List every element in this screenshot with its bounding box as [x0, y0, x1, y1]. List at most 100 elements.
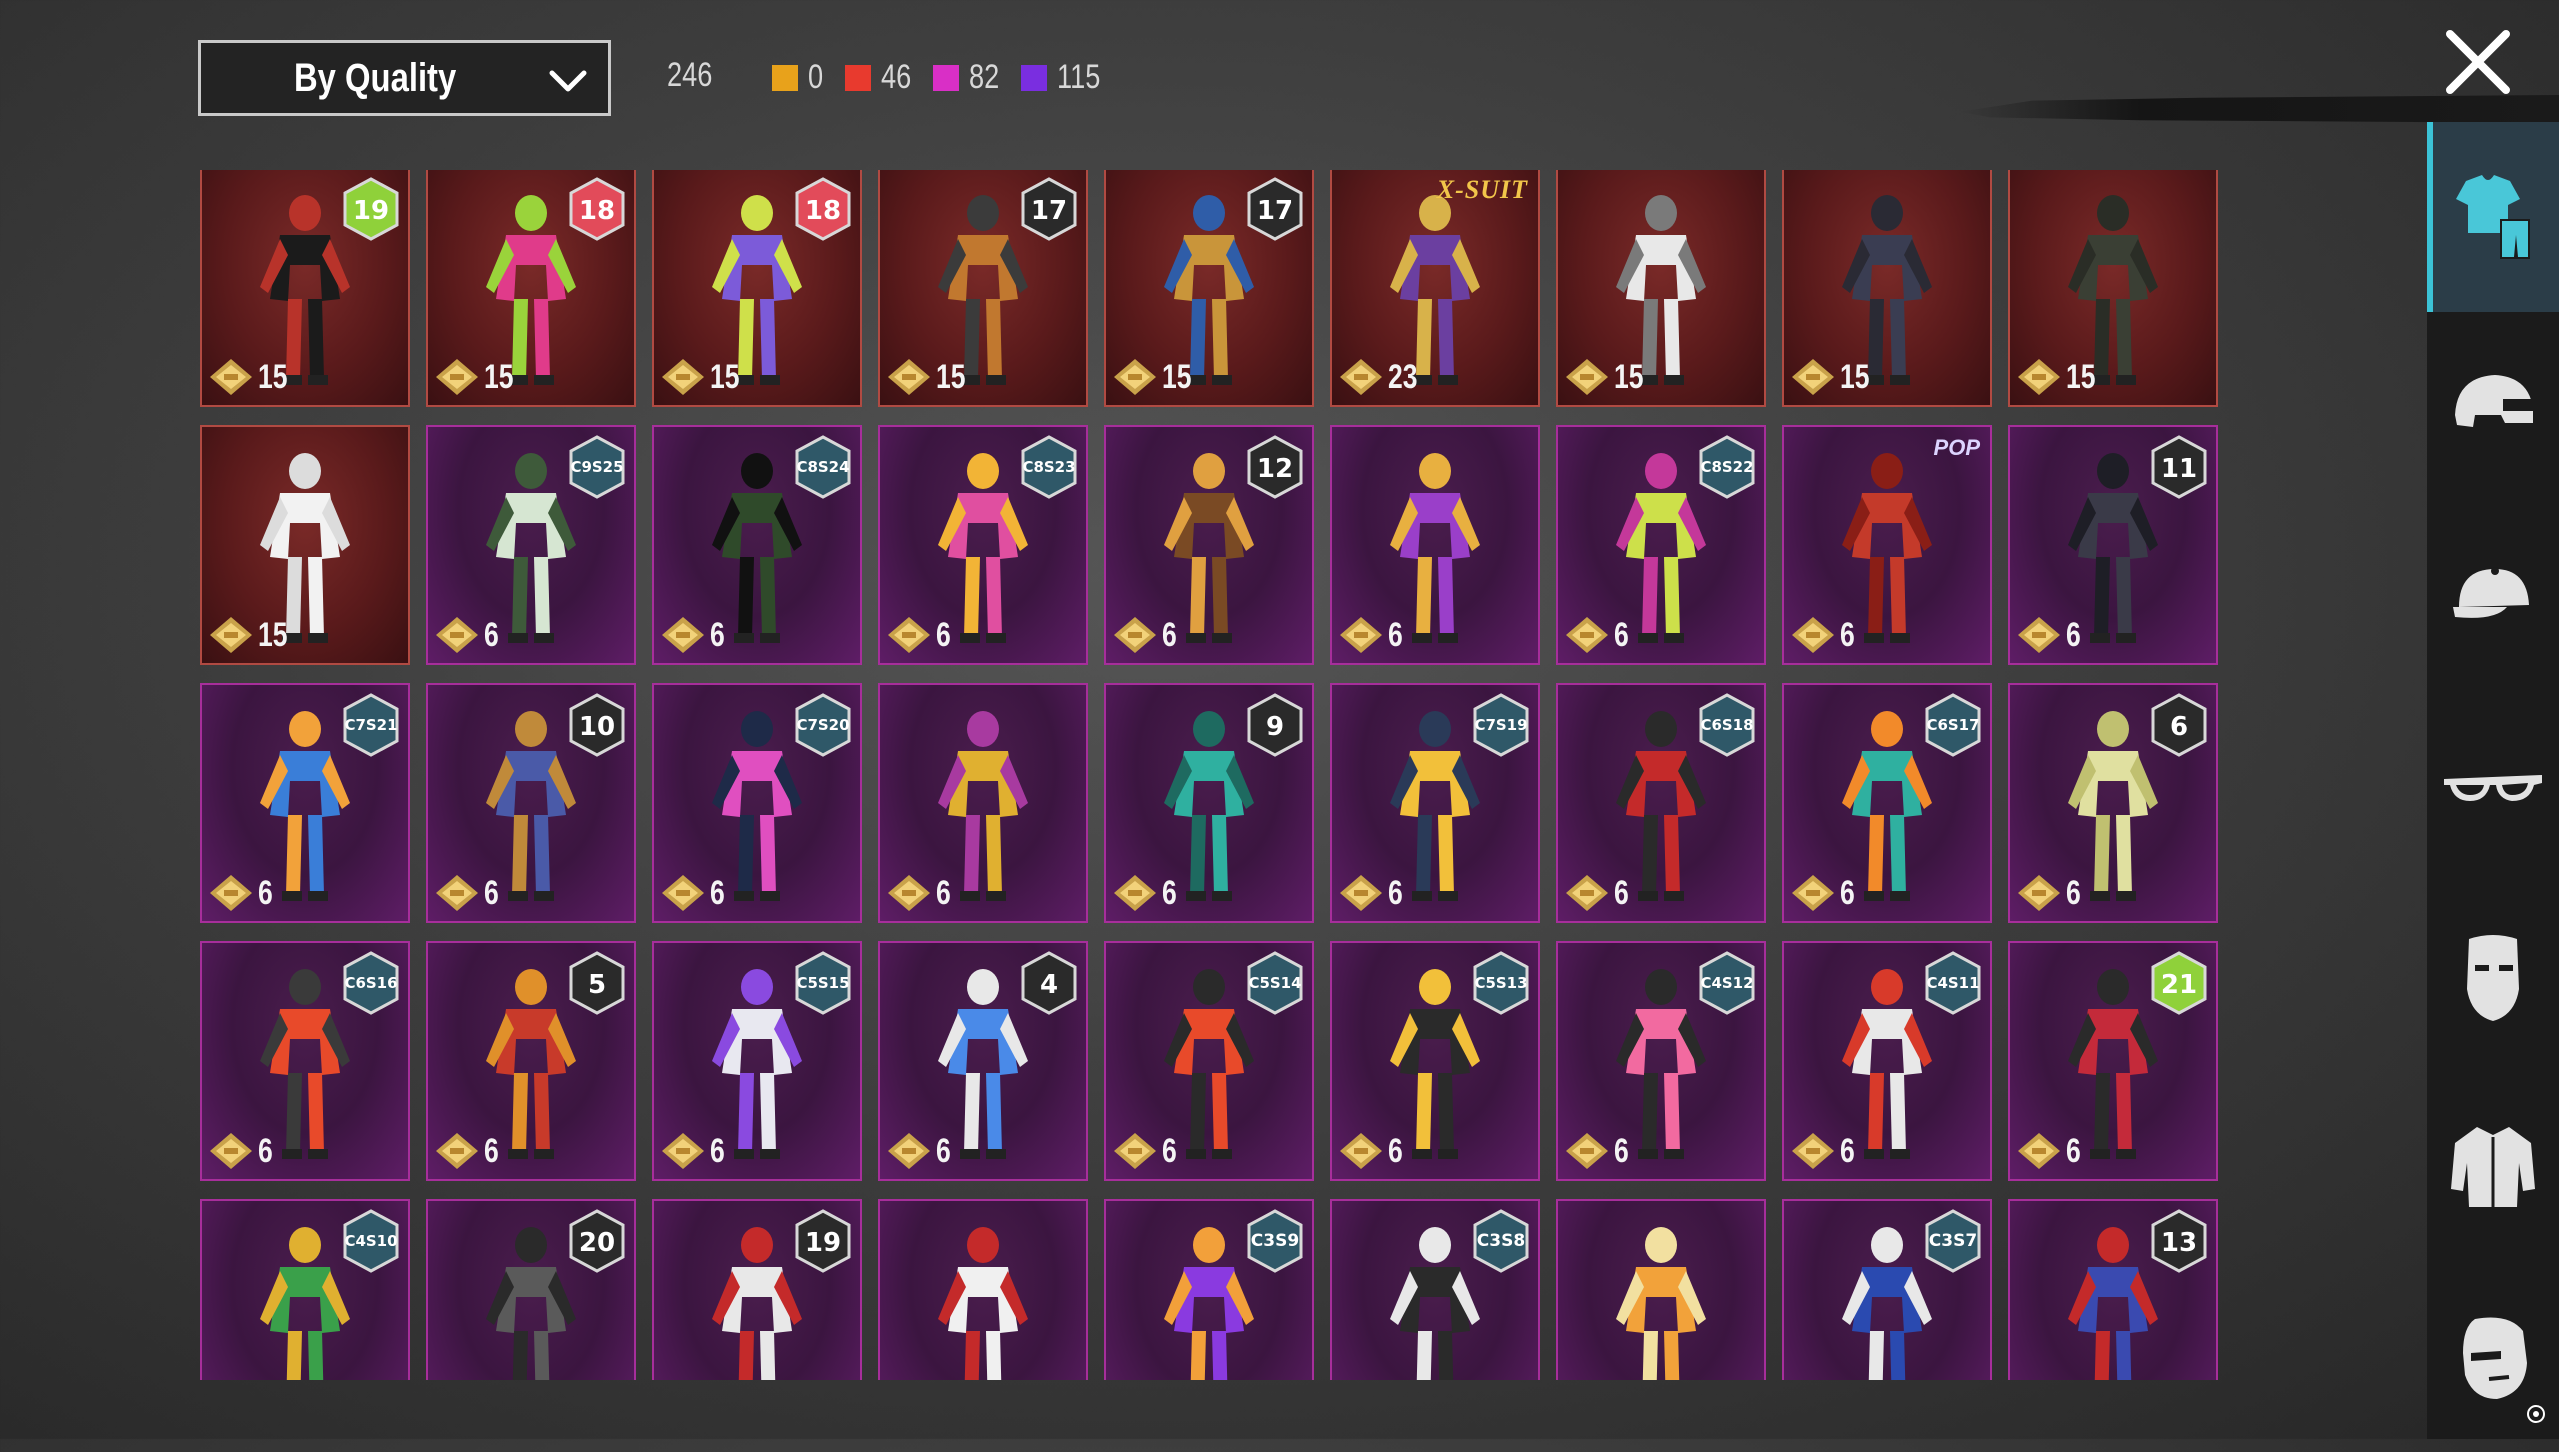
price-tag: 6 — [434, 873, 503, 913]
price-value: 6 — [1614, 873, 1629, 912]
svg-text:C8S22: C8S22 — [1700, 458, 1753, 476]
outfit-card[interactable]: C7S21 6 — [200, 683, 410, 923]
price-tag: 6 — [1790, 1131, 1859, 1171]
outfit-card[interactable]: 15 — [200, 425, 410, 665]
price-value: 6 — [936, 873, 951, 912]
outfit-card[interactable]: 6 — [1330, 425, 1540, 665]
price-tag: 6 — [1790, 615, 1859, 655]
outfit-card[interactable]: C8S23 6 — [878, 425, 1088, 665]
price-tag: 15 — [208, 615, 296, 655]
outfit-card[interactable]: 6 — [878, 1199, 1088, 1380]
season-badge: C5S14 — [1247, 951, 1303, 1015]
outfit-card[interactable]: 6 — [1556, 1199, 1766, 1380]
tier-badge: 5 — [569, 951, 625, 1015]
svg-text:C6S17: C6S17 — [1926, 716, 1979, 734]
outfit-card[interactable]: C4S12 6 — [1556, 941, 1766, 1181]
coin-icon — [1566, 359, 1608, 395]
coin-icon — [662, 359, 704, 395]
outfit-card[interactable]: C5S15 6 — [652, 941, 862, 1181]
outfit-card[interactable]: 10 6 — [426, 683, 636, 923]
coin-icon — [210, 617, 252, 653]
outfit-card[interactable]: X-SUIT 23 — [1330, 170, 1540, 407]
category-tab-mask[interactable] — [2427, 882, 2559, 1072]
tier-badge: 13 — [2151, 1209, 2207, 1273]
category-tab-sunglasses[interactable] — [2427, 692, 2559, 882]
svg-text:C6S16: C6S16 — [344, 974, 397, 992]
outfit-card[interactable]: C8S22 6 — [1556, 425, 1766, 665]
outfit-card[interactable]: C5S13 6 — [1330, 941, 1540, 1181]
coin-icon — [1114, 617, 1156, 653]
outfit-card[interactable]: C7S20 6 — [652, 683, 862, 923]
item-grid: 15151515151515151519151815181517151715X-… — [200, 170, 2225, 1380]
coin-icon — [1340, 1133, 1382, 1169]
price-tag: 6 — [434, 1131, 503, 1171]
outfit-card[interactable]: 136 — [2008, 1199, 2218, 1380]
outfit-card[interactable]: C7S19 6 — [1330, 683, 1540, 923]
outfit-card[interactable]: C4S106 — [200, 1199, 410, 1380]
coin-icon — [1340, 359, 1382, 395]
outfit-card[interactable]: 15 — [1556, 170, 1766, 407]
category-tab-cap[interactable] — [2427, 502, 2559, 692]
sort-dropdown[interactable]: By Quality — [198, 40, 611, 116]
outfit-card[interactable]: 11 6 — [2008, 425, 2218, 665]
coin-icon — [662, 617, 704, 653]
coin-icon — [1792, 617, 1834, 653]
season-badge: C7S20 — [795, 693, 851, 757]
outfit-card[interactable]: C4S11 6 — [1782, 941, 1992, 1181]
outfit-card[interactable]: C3S86 — [1330, 1199, 1540, 1380]
outfit-card[interactable]: POP 6 — [1782, 425, 1992, 665]
outfit-figure — [1616, 1227, 1706, 1380]
outfit-card[interactable]: 66 — [2008, 683, 2218, 923]
outfit-card[interactable]: 17 15 — [878, 170, 1088, 407]
outfit-card[interactable]: 17 15 — [1104, 170, 1314, 407]
season-badge: C6S17 — [1925, 693, 1981, 757]
price-tag: 6 — [2016, 615, 2085, 655]
outfit-card[interactable]: C6S18 6 — [1556, 683, 1766, 923]
coin-icon — [888, 875, 930, 911]
outfit-card[interactable]: 15 — [1782, 170, 1992, 407]
outfit-card[interactable]: 18 15 — [426, 170, 636, 407]
outfit-card[interactable]: C8S24 6 — [652, 425, 862, 665]
outfit-card[interactable]: 96 — [1104, 683, 1314, 923]
price-value: 6 — [1840, 1131, 1855, 1170]
price-value: 15 — [2066, 357, 2096, 396]
outfit-card[interactable]: C9S25 6 — [426, 425, 636, 665]
outfit-card[interactable]: 18 15 — [652, 170, 862, 407]
outfit-card[interactable]: C3S96 — [1104, 1199, 1314, 1380]
outfit-card[interactable]: 46 — [878, 941, 1088, 1181]
outfit-card[interactable]: C3S76 — [1782, 1199, 1992, 1380]
price-value: 6 — [1840, 615, 1855, 654]
coin-icon — [436, 617, 478, 653]
price-value: 6 — [1614, 1131, 1629, 1170]
svg-text:C3S9: C3S9 — [1251, 1231, 1299, 1251]
settings-icon[interactable] — [2525, 1403, 2547, 1425]
outfit-card[interactable]: 196 — [652, 1199, 862, 1380]
outfit-card[interactable]: 6 — [878, 683, 1088, 923]
season-badge: C4S12 — [1699, 951, 1755, 1015]
outfit-card[interactable]: 19 15 — [200, 170, 410, 407]
price-value: 6 — [484, 873, 499, 912]
coin-icon — [2018, 359, 2060, 395]
price-value: 6 — [484, 1131, 499, 1170]
outfit-card[interactable]: C5S14 6 — [1104, 941, 1314, 1181]
price-tag: 15 — [1790, 357, 1878, 397]
outfit-card[interactable]: 56 — [426, 941, 636, 1181]
outfit-card[interactable]: 21 6 — [2008, 941, 2218, 1181]
outfit-card[interactable]: 206 — [426, 1199, 636, 1380]
price-value: 15 — [258, 357, 288, 396]
legend-orange: 0 — [772, 58, 827, 97]
outfit-card[interactable]: C6S17 6 — [1782, 683, 1992, 923]
coin-icon — [436, 359, 478, 395]
price-tag: 6 — [660, 873, 729, 913]
category-tab-outfit[interactable] — [2427, 122, 2559, 312]
price-value: 6 — [258, 1131, 273, 1170]
outfit-card[interactable]: 12 6 — [1104, 425, 1314, 665]
svg-text:C5S13: C5S13 — [1474, 974, 1527, 992]
svg-text:C4S11: C4S11 — [1926, 974, 1979, 992]
category-tab-helmet[interactable] — [2427, 312, 2559, 502]
outfit-card[interactable]: 15 — [2008, 170, 2218, 407]
category-tab-jacket[interactable] — [2427, 1072, 2559, 1262]
close-icon[interactable] — [2442, 26, 2514, 98]
outfit-card[interactable]: C6S16 6 — [200, 941, 410, 1181]
price-value: 6 — [1388, 873, 1403, 912]
